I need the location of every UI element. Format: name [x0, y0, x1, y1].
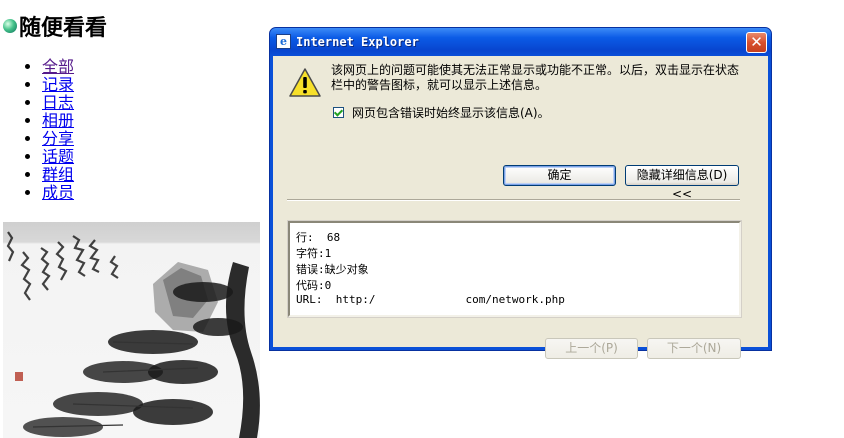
next-button[interactable]: 下一个(N): [647, 338, 741, 359]
dialog-body: 该网页上的问题可能使其无法正常显示或功能不正常。以后，双击显示在状态栏中的警告图…: [273, 56, 768, 359]
nav-link-groups[interactable]: 群组: [42, 165, 74, 184]
dialog-titlebar[interactable]: e Internet Explorer ✕: [270, 28, 771, 56]
previous-button[interactable]: 上一个(P): [545, 338, 638, 359]
detail-line-value: 68: [326, 231, 341, 244]
nav-link-album[interactable]: 相册: [42, 111, 74, 130]
nav-item: 日志: [42, 94, 74, 112]
nav-link-share[interactable]: 分享: [42, 129, 74, 148]
always-show-checkbox[interactable]: [333, 107, 344, 118]
ie-icon: e: [276, 34, 291, 49]
close-icon: ✕: [750, 33, 763, 51]
nav-link-records[interactable]: 记录: [42, 75, 74, 94]
hide-details-button[interactable]: 隐藏详细信息(D) <<: [625, 165, 739, 201]
dialog-title: Internet Explorer: [296, 35, 419, 49]
always-show-label: 网页包含错误时始终显示该信息(A)。: [352, 106, 550, 120]
always-show-option[interactable]: 网页包含错误时始终显示该信息(A)。: [333, 104, 550, 121]
nav-link-topics[interactable]: 话题: [42, 147, 74, 166]
close-button[interactable]: ✕: [746, 32, 767, 53]
separator: [287, 199, 740, 201]
nav-item: 话题: [42, 148, 74, 166]
nav-item: 分享: [42, 130, 74, 148]
detail-url: URL: http:/ com/network.php: [296, 293, 565, 306]
nav-link-all[interactable]: 全部: [42, 57, 74, 76]
nav-item: 相册: [42, 112, 74, 130]
page-title: 随便看看: [3, 10, 107, 42]
ie-error-dialog: e Internet Explorer ✕ 该网页上的问题可能使其无法正常显示或…: [269, 27, 772, 359]
nav-link-blog[interactable]: 日志: [42, 93, 74, 112]
error-message: 该网页上的问题可能使其无法正常显示或功能不正常。以后，双击显示在状态栏中的警告图…: [331, 63, 740, 92]
nav-item: 记录: [42, 76, 74, 94]
ok-button[interactable]: 确定: [503, 165, 616, 186]
detail-char: 字符:1: [296, 245, 331, 261]
detail-line: 行: 68: [296, 229, 340, 245]
error-details-box: 行: 68 字符:1 错误:缺少对象 代码:0 URL: http:/ com/n…: [288, 221, 741, 317]
detail-url-suffix: com/network.php: [465, 293, 565, 306]
detail-code-value: 0: [324, 279, 332, 292]
detail-error-label: 错误:: [296, 263, 325, 276]
warning-icon: [289, 68, 321, 97]
nav-item: 群组: [42, 166, 74, 184]
ink-painting-image: [3, 222, 260, 438]
nav-list: 全部 记录 日志 相册 分享 话题 群组 成员: [24, 58, 74, 202]
detail-char-label: 字符:: [296, 247, 325, 260]
nav-link-members[interactable]: 成员: [42, 183, 74, 202]
detail-code-label: 代码:: [296, 279, 325, 292]
detail-url-prefix: http:/: [335, 293, 376, 306]
nav-item: 成员: [42, 184, 74, 202]
detail-line-label: 行:: [296, 231, 314, 244]
page-title-text: 随便看看: [19, 15, 108, 41]
detail-error: 错误:缺少对象: [296, 261, 369, 277]
green-orb-icon: [3, 19, 17, 33]
ink-painting-art: [6, 231, 260, 438]
redacted-region: [375, 294, 466, 306]
detail-char-value: 1: [324, 247, 332, 260]
detail-error-value: 缺少对象: [324, 263, 369, 276]
detail-code: 代码:0: [296, 277, 331, 293]
nav-item: 全部: [42, 58, 74, 76]
detail-url-label: URL:: [296, 293, 323, 306]
